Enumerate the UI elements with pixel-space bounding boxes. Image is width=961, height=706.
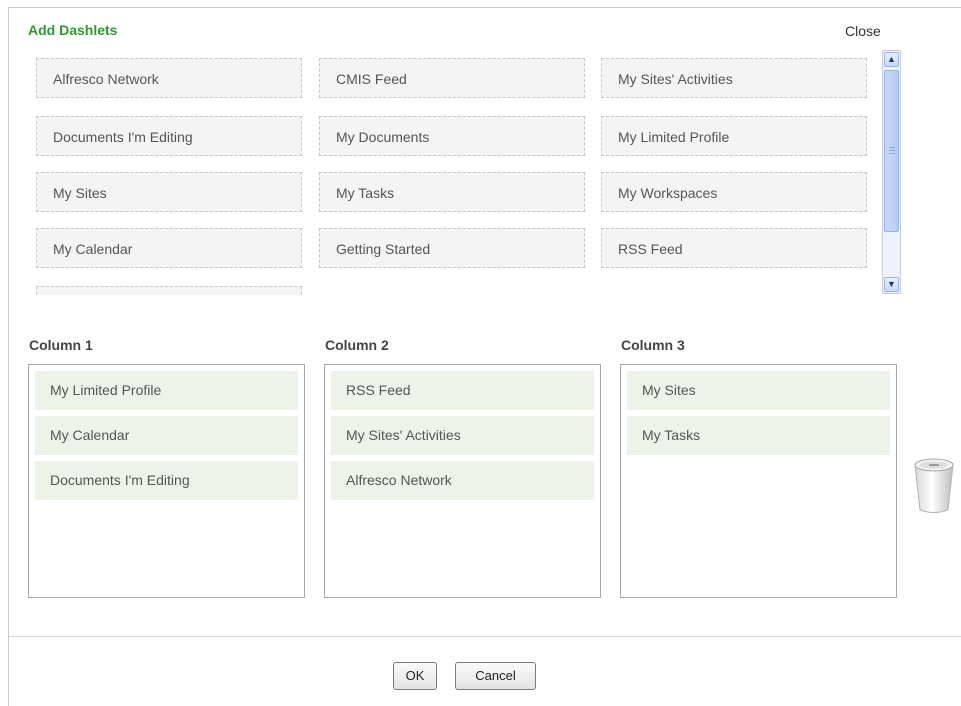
column-1-item-limited-profile[interactable]: My Limited Profile	[35, 371, 298, 410]
available-dashlets-list[interactable]: Alfresco Network CMIS Feed My Sites' Act…	[28, 50, 878, 295]
dashlets-scrollbar[interactable]: ▲ ▼	[882, 50, 901, 294]
close-link[interactable]: Close	[845, 23, 881, 39]
column-1-dropzone[interactable]: My Limited Profile My Calendar Documents…	[28, 364, 305, 598]
footer-divider	[9, 636, 961, 637]
column-2-heading: Column 2	[325, 337, 389, 353]
dashlet-partial-next-row[interactable]	[36, 286, 302, 295]
dialog-title: Add Dashlets	[28, 22, 118, 38]
dashlet-my-sites-activities[interactable]: My Sites' Activities	[601, 58, 867, 98]
scrollbar-thumb[interactable]	[884, 70, 899, 232]
column-3-item-my-sites[interactable]: My Sites	[627, 371, 890, 410]
column-3-item-my-tasks[interactable]: My Tasks	[627, 416, 890, 455]
dashlet-my-documents[interactable]: My Documents	[319, 116, 585, 156]
dashlet-my-limited-profile[interactable]: My Limited Profile	[601, 116, 867, 156]
dashlet-documents-editing[interactable]: Documents I'm Editing	[36, 116, 302, 156]
column-1-item-my-calendar[interactable]: My Calendar	[35, 416, 298, 455]
dashlet-my-sites[interactable]: My Sites	[36, 172, 302, 212]
dashlet-getting-started[interactable]: Getting Started	[319, 228, 585, 268]
trash-icon[interactable]	[910, 455, 958, 515]
dashlet-rss-feed[interactable]: RSS Feed	[601, 228, 867, 268]
arrow-down-icon[interactable]: ▼	[884, 277, 899, 292]
column-2-item-alfresco-network[interactable]: Alfresco Network	[331, 461, 594, 500]
column-2-dropzone[interactable]: RSS Feed My Sites' Activities Alfresco N…	[324, 364, 601, 598]
column-3-heading: Column 3	[621, 337, 685, 353]
dashlet-my-workspaces[interactable]: My Workspaces	[601, 172, 867, 212]
arrow-up-icon[interactable]: ▲	[884, 52, 899, 67]
dashlet-cmis-feed[interactable]: CMIS Feed	[319, 58, 585, 98]
cancel-button[interactable]: Cancel	[455, 662, 536, 690]
column-2-item-my-sites-activities[interactable]: My Sites' Activities	[331, 416, 594, 455]
dashlet-my-calendar[interactable]: My Calendar	[36, 228, 302, 268]
column-2-item-rss-feed[interactable]: RSS Feed	[331, 371, 594, 410]
dashlet-my-tasks[interactable]: My Tasks	[319, 172, 585, 212]
column-3-dropzone[interactable]: My Sites My Tasks	[620, 364, 897, 598]
column-1-item-documents-editing[interactable]: Documents I'm Editing	[35, 461, 298, 500]
ok-button[interactable]: OK	[393, 662, 437, 690]
dashlet-alfresco-network[interactable]: Alfresco Network	[36, 58, 302, 98]
column-1-heading: Column 1	[29, 337, 93, 353]
